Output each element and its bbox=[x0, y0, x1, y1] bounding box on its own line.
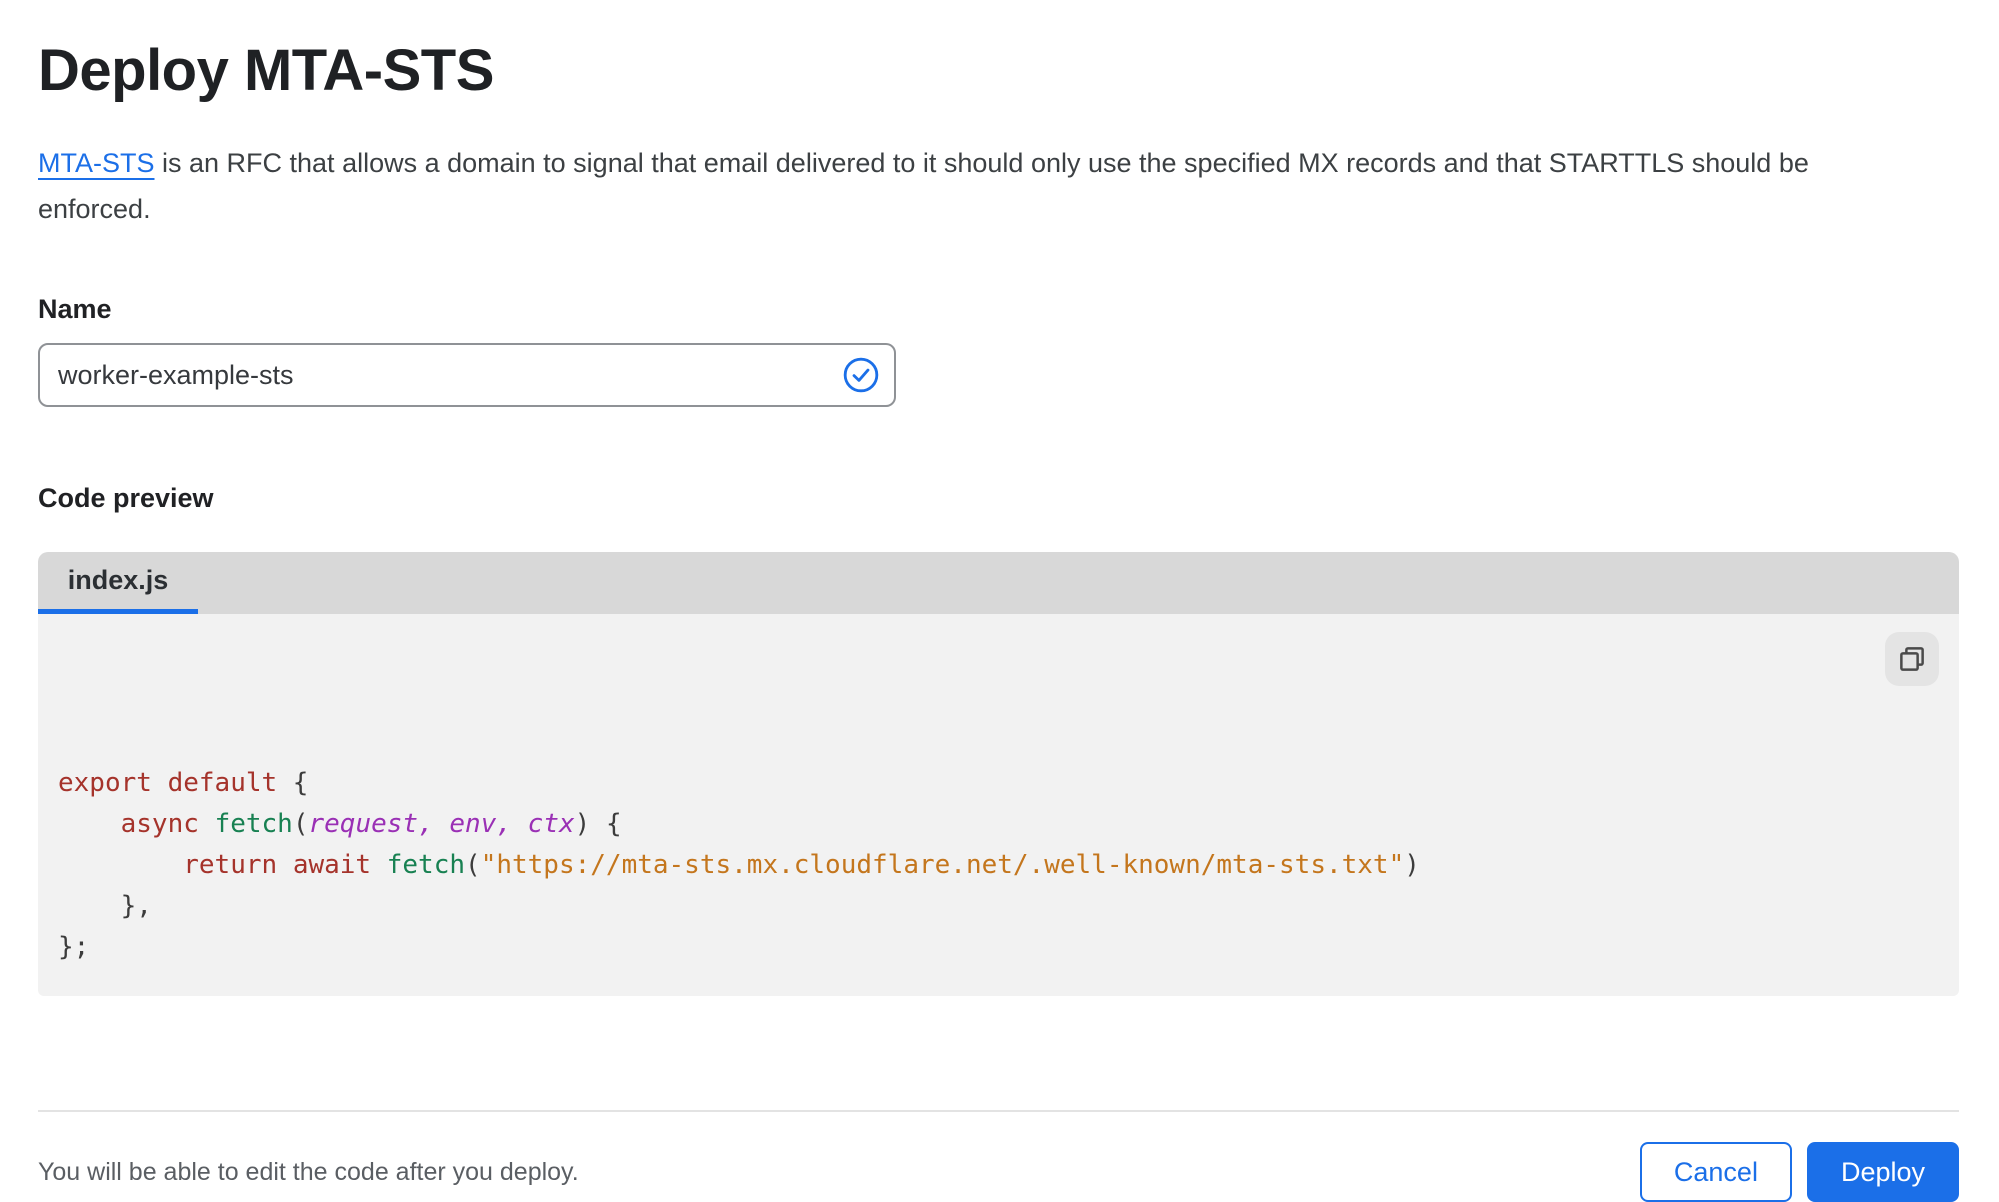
check-circle-icon bbox=[843, 357, 879, 393]
code-line: }, bbox=[58, 891, 152, 921]
name-input-wrap bbox=[38, 343, 896, 407]
copy-code-button[interactable] bbox=[1885, 632, 1939, 686]
mta-sts-link[interactable]: MTA-STS bbox=[38, 148, 155, 178]
code-preview-label: Code preview bbox=[38, 483, 214, 513]
code-preview-panel: index.js export default { async fetch(re… bbox=[38, 552, 1959, 996]
deploy-mta-sts-page: Deploy MTA-STS MTA-STS is an RFC that al… bbox=[0, 0, 1999, 1202]
copy-icon bbox=[1900, 647, 1924, 671]
tab-index-js[interactable]: index.js bbox=[38, 552, 198, 614]
footer-note: You will be able to edit the code after … bbox=[38, 1157, 579, 1186]
page-title: Deploy MTA-STS bbox=[38, 38, 494, 103]
footer-divider bbox=[38, 1110, 1959, 1112]
code-editor-preview: export default { async fetch(request, en… bbox=[38, 614, 1959, 996]
name-field-label: Name bbox=[38, 294, 112, 324]
description-text: MTA-STS is an RFC that allows a domain t… bbox=[38, 140, 1928, 232]
deploy-button[interactable]: Deploy bbox=[1806, 1142, 1959, 1202]
cancel-button[interactable]: Cancel bbox=[1639, 1142, 1792, 1202]
code-line: async fetch(request, env, ctx) { bbox=[120, 809, 622, 839]
footer-actions: Cancel Deploy bbox=[1639, 1142, 1959, 1202]
footer-bar: You will be able to edit the code after … bbox=[38, 1142, 1959, 1202]
code-line: }; bbox=[58, 932, 90, 962]
code-tabbar: index.js bbox=[38, 552, 1959, 614]
code-line: export default { bbox=[58, 768, 309, 798]
name-input[interactable] bbox=[38, 343, 896, 407]
description-body: is an RFC that allows a domain to signal… bbox=[38, 148, 1809, 224]
code-line: return await fetch("https://mta-sts.mx.c… bbox=[183, 850, 1420, 880]
